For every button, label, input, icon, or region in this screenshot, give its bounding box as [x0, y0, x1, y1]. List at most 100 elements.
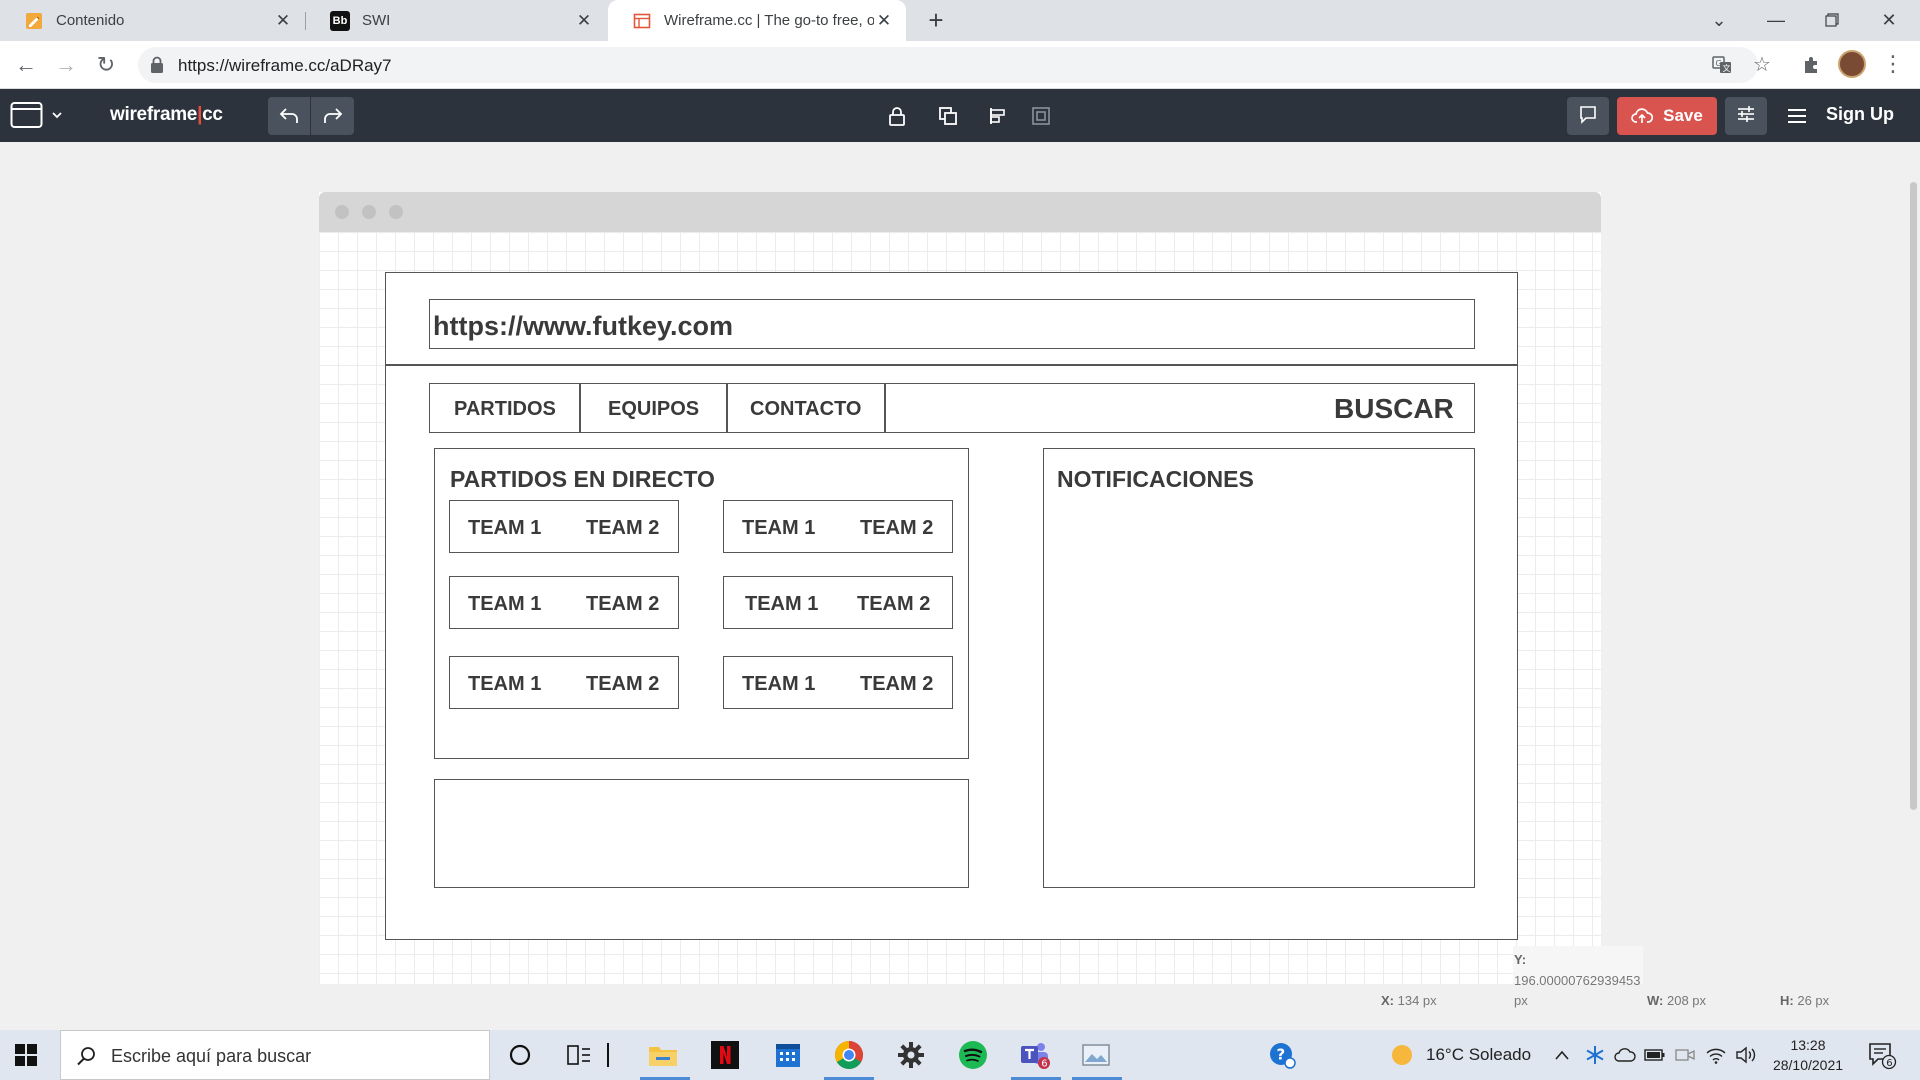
wf-team-home: TEAM 1 — [468, 517, 542, 539]
coord-h: H: 26 px — [1780, 993, 1829, 1008]
teams-icon[interactable]: 6 — [1019, 1039, 1051, 1071]
weather-sun-icon[interactable] — [1386, 1039, 1418, 1071]
reload-icon[interactable]: ↻ — [90, 49, 122, 81]
tab-search-chevron-icon[interactable]: ⌄ — [1696, 0, 1742, 41]
wf-nav-divider — [884, 383, 886, 433]
logo-suffix: cc — [202, 104, 223, 125]
wf-nav-partidos[interactable]: PARTIDOS — [454, 398, 556, 421]
settings-button[interactable] — [1725, 97, 1767, 135]
app-toolbar: wireframe|cc Save Sign Up — [0, 89, 1920, 142]
weather-text[interactable]: 16°C Soleado — [1426, 1045, 1531, 1065]
wf-team-home: TEAM 1 — [745, 593, 819, 615]
group-icon[interactable] — [1028, 103, 1054, 129]
profile-avatar[interactable] — [1838, 50, 1866, 78]
coord-x-label: X: — [1381, 993, 1394, 1008]
wf-team-away: TEAM 2 — [586, 673, 660, 695]
undo-icon[interactable] — [268, 97, 311, 135]
teams-badge: 6 — [1041, 1059, 1047, 1070]
volume-icon[interactable] — [1733, 1039, 1759, 1071]
extensions-puzzle-icon[interactable] — [1796, 49, 1828, 81]
restore-button[interactable] — [1809, 0, 1855, 41]
wf-team-away: TEAM 2 — [857, 593, 931, 615]
frame-titlebar — [319, 192, 1601, 232]
tab-swi[interactable]: Bb SWI ✕ — [306, 0, 606, 41]
wf-notifications-panel[interactable] — [1043, 448, 1475, 888]
lock-icon[interactable] — [884, 103, 910, 129]
meet-now-icon[interactable] — [1672, 1039, 1698, 1071]
wf-empty-box[interactable] — [434, 779, 969, 888]
star-icon[interactable]: ☆ — [1746, 49, 1778, 81]
wireframe-icon — [632, 11, 652, 31]
cortana-icon[interactable] — [504, 1039, 536, 1071]
settings-gear-icon[interactable] — [895, 1039, 927, 1071]
taskbar-divider — [603, 1039, 613, 1071]
chrome-icon[interactable] — [833, 1039, 865, 1071]
snowflake-icon[interactable] — [1583, 1039, 1607, 1071]
coord-y-value: 196.00000762939453 — [1514, 973, 1641, 988]
taskbar-search-input[interactable]: Escribe aquí para buscar — [60, 1030, 490, 1080]
wf-nav-contacto[interactable]: CONTACTO — [750, 398, 861, 421]
browser-toolbar: ← → ↻ https://wireframe.cc/aDRay7 G文 ☆ — [0, 41, 1920, 89]
save-button[interactable]: Save — [1617, 97, 1717, 135]
wf-team-home: TEAM 1 — [742, 673, 816, 695]
search-placeholder: Escribe aquí para buscar — [111, 1046, 312, 1066]
task-view-icon[interactable] — [563, 1039, 595, 1071]
scrollbar-thumb[interactable] — [1910, 182, 1917, 810]
address-url: https://wireframe.cc/aDRay7 — [178, 56, 392, 75]
tab-contenido[interactable]: Contenido ✕ — [0, 0, 305, 41]
tab-title: SWI — [362, 12, 391, 29]
align-icon[interactable] — [985, 103, 1011, 129]
close-icon[interactable]: ✕ — [874, 11, 894, 31]
browser-menu-icon[interactable]: ⋮ — [1882, 50, 1904, 78]
photos-icon[interactable] — [1080, 1039, 1112, 1071]
forward-arrow-icon[interactable]: → — [50, 49, 82, 81]
wf-nav-bar[interactable] — [429, 383, 1475, 433]
notifications-icon[interactable]: 6 — [1866, 1039, 1898, 1071]
spotify-icon[interactable] — [957, 1039, 989, 1071]
wf-search-label[interactable]: BUSCAR — [1334, 393, 1454, 425]
close-icon[interactable]: ✕ — [574, 11, 594, 31]
file-explorer-icon[interactable] — [647, 1039, 679, 1071]
translate-icon[interactable]: G文 — [1706, 49, 1738, 81]
stencil-menu-button[interactable] — [10, 101, 66, 131]
blackboard-icon: Bb — [330, 10, 350, 31]
app-logo[interactable]: wireframe|cc — [110, 104, 223, 126]
duplicate-icon[interactable] — [935, 103, 961, 129]
wf-nav-equipos[interactable]: EQUIPOS — [608, 398, 699, 421]
wf-team-away: TEAM 2 — [860, 517, 934, 539]
back-arrow-icon[interactable]: ← — [10, 49, 42, 81]
sign-up-link[interactable]: Sign Up — [1826, 104, 1894, 125]
address-bar[interactable]: https://wireframe.cc/aDRay7 — [138, 47, 1758, 83]
windows-taskbar: Escribe aquí para buscar 6 ? 16°C Solead — [0, 1030, 1920, 1080]
wf-team-home: TEAM 1 — [468, 673, 542, 695]
hamburger-menu-icon[interactable] — [1786, 105, 1808, 127]
close-window-button[interactable]: ✕ — [1866, 0, 1912, 41]
wf-nav-divider — [726, 383, 728, 433]
coord-w-label: W: — [1647, 993, 1664, 1008]
chevron-up-icon[interactable] — [1550, 1039, 1574, 1071]
tab-title: Wireframe.cc | The go-to free, on — [664, 12, 874, 29]
wf-nav-divider — [579, 383, 581, 433]
help-icon[interactable]: ? — [1266, 1039, 1298, 1071]
wf-team-home: TEAM 1 — [742, 517, 816, 539]
cloud-upload-icon — [1631, 107, 1654, 125]
coord-w: W: 208 px — [1647, 993, 1706, 1008]
close-icon[interactable]: ✕ — [273, 11, 293, 31]
wifi-icon[interactable] — [1703, 1039, 1729, 1071]
system-clock[interactable]: 13:28 28/10/2021 — [1768, 1035, 1848, 1075]
onedrive-cloud-icon[interactable] — [1612, 1039, 1638, 1071]
netflix-icon[interactable] — [709, 1039, 741, 1071]
comment-button[interactable] — [1567, 97, 1609, 135]
wf-team-away: TEAM 2 — [860, 673, 934, 695]
calendar-icon[interactable] — [772, 1039, 804, 1071]
wf-notifications-title: NOTIFICACIONES — [1057, 466, 1254, 492]
redo-icon[interactable] — [311, 97, 354, 135]
tab-wireframe[interactable]: Wireframe.cc | The go-to free, on ✕ — [608, 0, 906, 41]
comment-icon — [1578, 104, 1598, 129]
coord-y-unit: px — [1514, 993, 1528, 1008]
windows-start-icon[interactable] — [14, 1043, 38, 1067]
sliders-icon — [1736, 104, 1756, 129]
battery-icon[interactable] — [1642, 1039, 1668, 1071]
minimize-button[interactable]: — — [1753, 0, 1799, 41]
new-tab-button[interactable]: + — [920, 4, 952, 36]
